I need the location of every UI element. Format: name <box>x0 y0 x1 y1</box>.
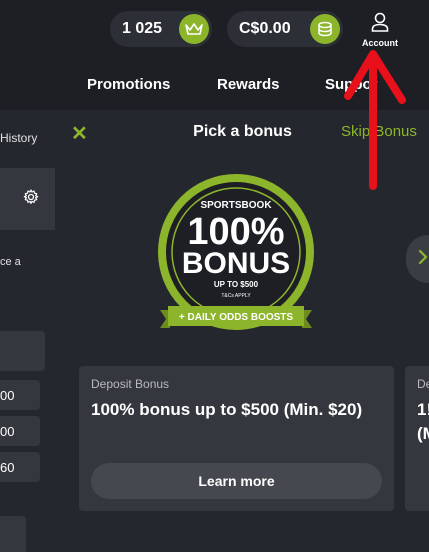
settings-button[interactable] <box>0 168 55 230</box>
badge-terms: T&Cs APPLY <box>221 293 251 299</box>
nav-support[interactable]: Suppor <box>325 76 378 93</box>
crown-icon <box>179 14 209 44</box>
chevron-right-icon <box>418 249 428 270</box>
points-value: 1 025 <box>122 20 163 37</box>
badge-limit: UP TO $500 <box>214 280 259 289</box>
badge-top-label: SPORTSBOOK <box>200 200 272 211</box>
bonus-title: 100% bonus up to $500 (Min. $20) <box>91 400 363 419</box>
background-block <box>0 516 26 552</box>
account-label: Account <box>362 38 398 48</box>
background-text: ce a <box>0 256 21 268</box>
bonus-modal: ✕ Pick a bonus Skip Bonus SPORTSBOOK 100… <box>56 110 429 552</box>
account-button[interactable]: Account <box>360 12 400 48</box>
main-nav: Promotions Rewards Suppor <box>0 76 429 96</box>
bonus-title: 1! (M <box>417 400 429 443</box>
nav-promotions[interactable]: Promotions <box>87 76 170 93</box>
bonus-badge: SPORTSBOOK 100% BONUS UP TO $500 T&Cs AP… <box>146 168 326 348</box>
gear-icon <box>23 188 39 210</box>
points-pill[interactable]: 1 025 <box>110 11 212 47</box>
background-block <box>0 331 45 371</box>
odds-button[interactable]: 00 <box>0 380 40 410</box>
user-icon <box>371 12 389 36</box>
nav-rewards[interactable]: Rewards <box>217 76 280 93</box>
bonus-type: Deposit Bonus <box>91 377 170 391</box>
badge-ribbon: + DAILY ODDS BOOSTS <box>179 312 294 323</box>
balance-value: C$0.00 <box>239 20 291 37</box>
odds-button[interactable]: 60 <box>0 452 40 482</box>
odds-button[interactable]: 00 <box>0 416 40 446</box>
badge-subheadline: BONUS <box>182 247 290 280</box>
learn-more-button[interactable]: Learn more <box>91 463 382 499</box>
coins-icon <box>310 14 340 44</box>
bonus-type: De <box>417 377 429 391</box>
skip-bonus-link[interactable]: Skip Bonus <box>341 123 417 140</box>
balance-pill[interactable]: C$0.00 <box>227 11 343 47</box>
top-bar: 1 025 C$0.00 Account Promotions Rewards … <box>0 0 429 110</box>
next-bonus-button[interactable] <box>406 235 429 283</box>
history-tab[interactable]: History <box>0 131 37 145</box>
bonus-card[interactable]: De 1! (M <box>405 366 429 511</box>
bonus-card[interactable]: Deposit Bonus 100% bonus up to $500 (Min… <box>79 366 394 511</box>
